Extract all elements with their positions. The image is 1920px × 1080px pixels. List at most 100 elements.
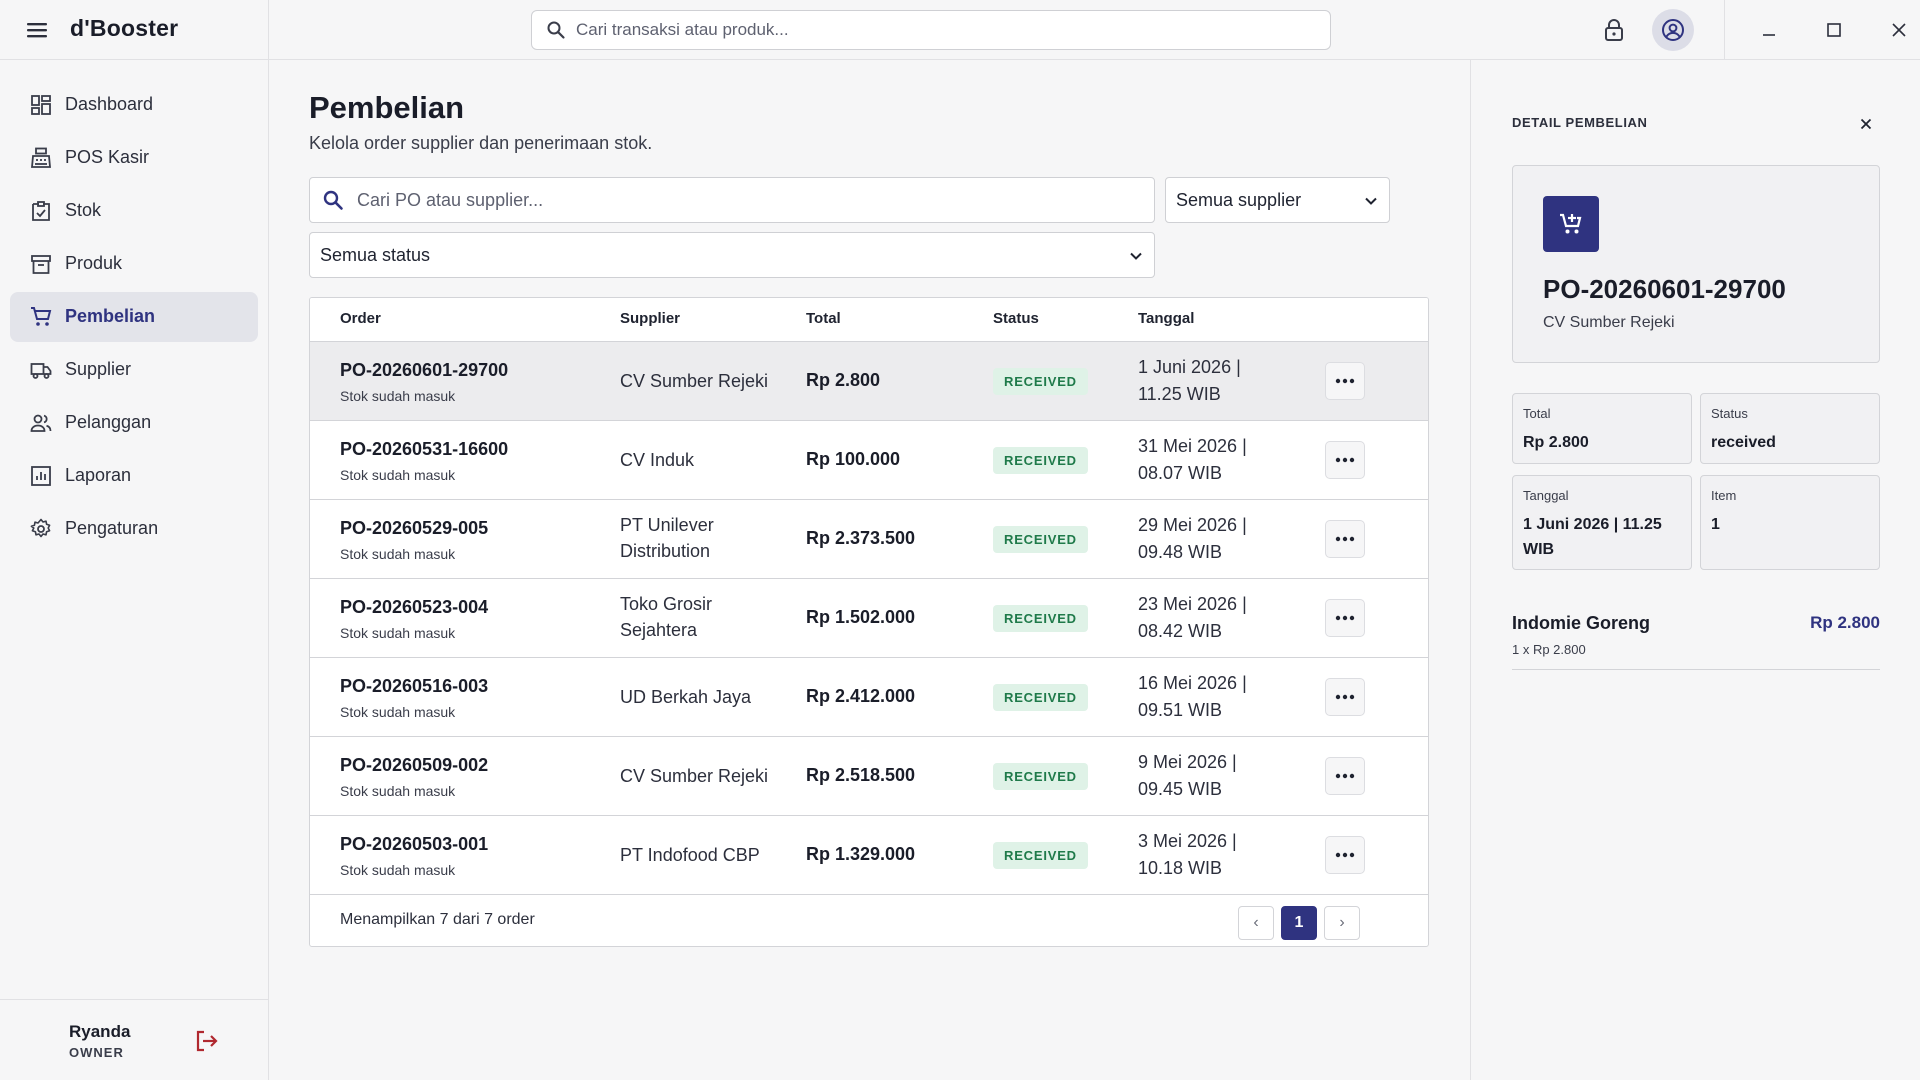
order-date: 23 Mei 2026 | 08.42 WIB: [1138, 594, 1247, 641]
table-row[interactable]: PO-20260509-002 Stok sudah masuk CV Sumb…: [310, 737, 1428, 816]
global-search[interactable]: [531, 10, 1331, 50]
sidebar-item-pos-kasir[interactable]: POS Kasir: [10, 133, 258, 183]
order-note: Stok sudah masuk: [340, 862, 456, 878]
order-number: PO-20260509-002: [340, 755, 489, 775]
more-horizontal-icon: [1335, 378, 1355, 384]
table-row[interactable]: PO-20260503-001 Stok sudah masuk PT Indo…: [310, 816, 1428, 895]
table-header: Order Supplier Total Status Tanggal: [310, 298, 1428, 342]
order-total: Rp 100.000: [806, 449, 901, 469]
order-date: 1 Juni 2026 | 11.25 WIB: [1138, 357, 1241, 404]
status-badge: RECEIVED: [993, 526, 1088, 553]
order-note: Stok sudah masuk: [340, 388, 456, 404]
column-header-tanggal: Tanggal: [1138, 310, 1195, 327]
table-row[interactable]: PO-20260516-003 Stok sudah masuk UD Berk…: [310, 658, 1428, 737]
row-actions-button[interactable]: [1325, 757, 1365, 795]
sidebar-item-dashboard[interactable]: Dashboard: [10, 80, 258, 130]
row-actions-button[interactable]: [1325, 362, 1365, 400]
account-button[interactable]: [1652, 9, 1694, 51]
sidebar-item-laporan[interactable]: Laporan: [10, 451, 258, 501]
pagination-page-1[interactable]: 1: [1281, 906, 1317, 940]
stat-label: Item: [1711, 488, 1737, 503]
order-supplier: CV Sumber Rejeki: [620, 766, 769, 786]
more-horizontal-icon: [1335, 457, 1355, 463]
table-footer: Menampilkan 7 dari 7 order ‹ 1 ›: [310, 895, 1428, 946]
cart-badge: [1543, 196, 1599, 252]
page-subtitle: Kelola order supplier dan penerimaan sto…: [309, 133, 653, 153]
order-note: Stok sudah masuk: [340, 704, 456, 720]
line-item-qty: 1 x Rp 2.800: [1512, 642, 1586, 657]
close-detail-button[interactable]: [1857, 115, 1875, 133]
more-horizontal-icon: [1335, 536, 1355, 542]
order-date: 3 Mei 2026 | 10.18 WIB: [1138, 831, 1237, 878]
table-row[interactable]: PO-20260523-004 Stok sudah masuk Toko Gr…: [310, 579, 1428, 658]
row-actions-button[interactable]: [1325, 678, 1365, 716]
stat-status: Status received: [1700, 393, 1880, 464]
logout-icon[interactable]: [194, 1028, 220, 1054]
order-number: PO-20260523-004: [340, 597, 489, 617]
more-horizontal-icon: [1335, 852, 1355, 858]
supplier-filter-select[interactable]: Semua supplier: [1165, 177, 1390, 223]
user-role: OWNER: [69, 1045, 124, 1060]
status-badge: RECEIVED: [993, 447, 1088, 474]
pagination-prev-button[interactable]: ‹: [1238, 906, 1274, 940]
brand-area: d'Booster: [0, 0, 269, 60]
sidebar-item-pengaturan[interactable]: Pengaturan: [10, 504, 258, 554]
result-count: Menampilkan 7 dari 7 order: [340, 911, 535, 928]
order-number: PO-20260531-16600: [340, 439, 509, 459]
sidebar-item-pembelian[interactable]: Pembelian: [10, 292, 258, 342]
po-search[interactable]: [309, 177, 1155, 223]
stat-value: 1 Juni 2026 | 11.25 WIB: [1523, 516, 1662, 558]
table-row[interactable]: PO-20260529-005 Stok sudah masuk PT Unil…: [310, 500, 1428, 579]
minimize-button[interactable]: [1757, 18, 1781, 42]
user-panel: [0, 999, 269, 1080]
hamburger-menu-icon[interactable]: [26, 19, 48, 41]
order-supplier: UD Berkah Jaya: [620, 687, 752, 707]
table-row[interactable]: PO-20260531-16600 Stok sudah masuk CV In…: [310, 421, 1428, 500]
order-supplier: Toko Grosir Sejahtera: [620, 594, 713, 640]
search-icon: [546, 20, 566, 40]
app-name: d'Booster: [70, 15, 179, 41]
more-horizontal-icon: [1335, 694, 1355, 700]
order-supplier: CV Induk: [620, 450, 695, 470]
dashboard-icon: [30, 94, 52, 116]
row-actions-button[interactable]: [1325, 599, 1365, 637]
close-window-button[interactable]: [1887, 18, 1911, 42]
order-date: 31 Mei 2026 | 08.07 WIB: [1138, 436, 1247, 483]
order-supplier: CV Sumber Rejeki: [620, 371, 769, 391]
maximize-button[interactable]: [1822, 18, 1846, 42]
global-search-input[interactable]: [576, 20, 1296, 40]
order-note: Stok sudah masuk: [340, 467, 456, 483]
order-note: Stok sudah masuk: [340, 546, 456, 562]
users-icon: [30, 412, 52, 434]
row-actions-button[interactable]: [1325, 520, 1365, 558]
order-number: PO-20260503-001: [340, 834, 489, 854]
order-note: Stok sudah masuk: [340, 625, 456, 641]
stat-label: Total: [1523, 406, 1551, 421]
row-actions-button[interactable]: [1325, 836, 1365, 874]
more-horizontal-icon: [1335, 773, 1355, 779]
stock-icon: [30, 200, 52, 222]
order-total: Rp 1.329.000: [806, 844, 916, 864]
row-actions-button[interactable]: [1325, 441, 1365, 479]
lock-button[interactable]: [1598, 14, 1630, 46]
sidebar: Dashboard POS Kasir Stok Produk Pembelia…: [0, 60, 269, 1080]
stat-value: received: [1711, 434, 1776, 451]
cart-icon: [30, 306, 52, 328]
sidebar-item-produk[interactable]: Produk: [10, 239, 258, 289]
status-filter-select[interactable]: Semua status: [309, 232, 1155, 278]
sidebar-item-pelanggan[interactable]: Pelanggan: [10, 398, 258, 448]
line-item-name: Indomie Goreng: [1512, 613, 1651, 633]
table-row[interactable]: PO-20260601-29700 Stok sudah masuk CV Su…: [310, 342, 1428, 421]
sidebar-item-label: Produk: [65, 253, 123, 273]
pagination-next-button[interactable]: ›: [1324, 906, 1360, 940]
status-badge: RECEIVED: [993, 763, 1088, 790]
stat-tanggal: Tanggal 1 Juni 2026 | 11.25 WIB: [1512, 475, 1692, 570]
order-total: Rp 2.800: [806, 370, 881, 390]
status-badge: RECEIVED: [993, 842, 1088, 869]
chevron-down-icon: [1361, 191, 1381, 211]
sidebar-item-supplier[interactable]: Supplier: [10, 345, 258, 395]
column-header-supplier: Supplier: [620, 310, 681, 327]
po-search-input[interactable]: [357, 189, 1137, 211]
sidebar-item-stok[interactable]: Stok: [10, 186, 258, 236]
window-controls: [1724, 0, 1920, 60]
